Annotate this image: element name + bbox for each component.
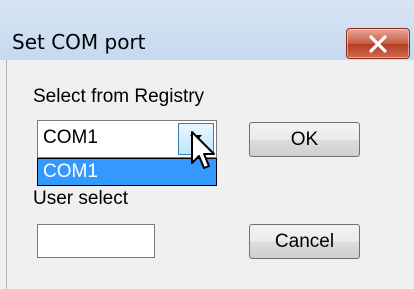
title-bar[interactable]: Set COM port — [0, 0, 414, 60]
set-com-port-dialog: Set COM port Select from Registry COM1 C… — [0, 0, 414, 289]
ok-button[interactable]: OK — [249, 122, 360, 157]
user-select-input[interactable] — [37, 224, 155, 258]
registry-label: Select from Registry — [33, 86, 205, 107]
user-select-label: User select — [33, 188, 129, 209]
mouse-pointer-icon — [191, 131, 215, 169]
combobox-selected-value: COM1 — [43, 127, 98, 148]
dialog-title: Set COM port — [12, 30, 146, 54]
close-button[interactable] — [346, 28, 410, 59]
close-x-icon — [369, 34, 387, 53]
cancel-button[interactable]: Cancel — [249, 224, 360, 259]
